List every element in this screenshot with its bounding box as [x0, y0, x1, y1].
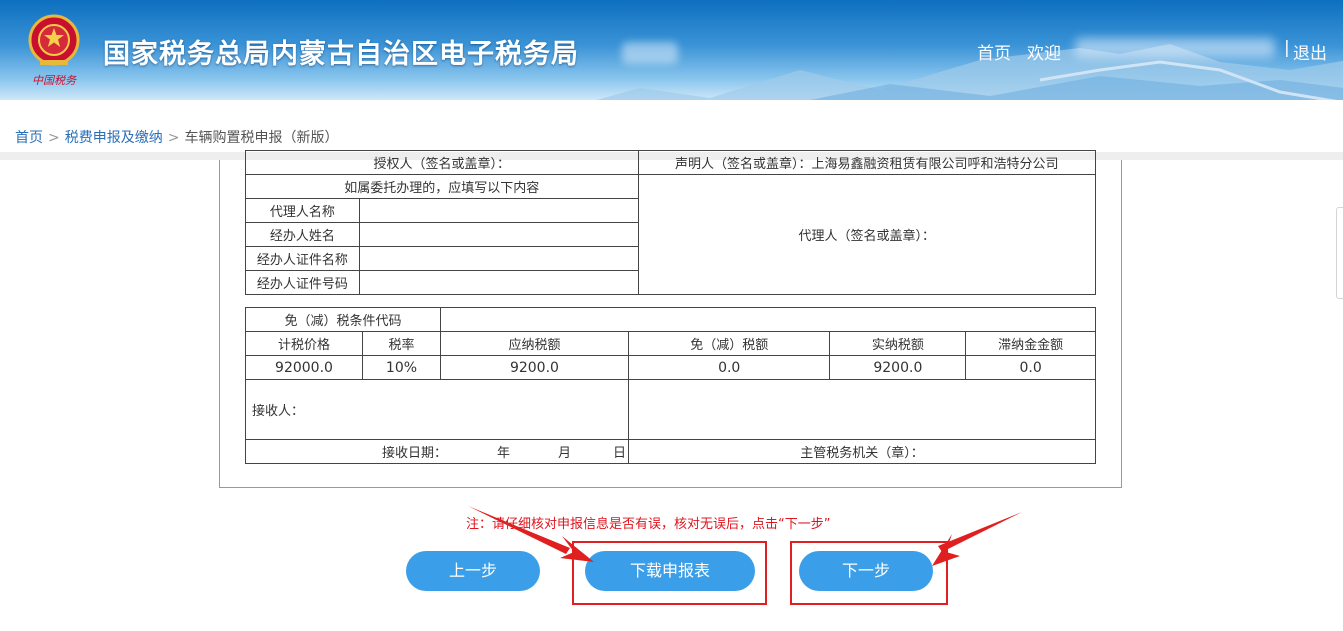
- handler-id-no-label: 经办人证件号码: [245, 270, 360, 295]
- header-late-fee: 滞纳金金额: [965, 331, 1096, 356]
- header-actual-tax: 实纳税额: [829, 331, 967, 356]
- handler-name-value: [358, 222, 639, 247]
- handler-name-label: 经办人姓名: [245, 222, 360, 247]
- site-title: 国家税务总局内蒙古自治区电子税务局: [103, 39, 579, 70]
- national-emblem-icon: 中国税务: [28, 14, 80, 87]
- value-late-fee: 0.0: [965, 355, 1096, 380]
- value-taxable-price: 92000.0: [245, 355, 363, 380]
- breadcrumb: 首页 > 税费申报及缴纳 > 车辆购置税申报（新版）: [15, 127, 338, 147]
- exemption-code-label: 免（减）税条件代码: [245, 307, 441, 332]
- highlight-box-next: [790, 541, 948, 605]
- breadcrumb-current: 车辆购置税申报（新版）: [184, 130, 339, 146]
- value-exemption-amount: 0.0: [627, 355, 831, 380]
- breadcrumb-tax-filing[interactable]: 税费申报及缴纳: [65, 130, 163, 146]
- header-home-link[interactable]: 首页: [977, 39, 1011, 64]
- tax-authority-label: 主管税务机关（章）：: [627, 439, 1097, 464]
- agent-signature-label: 代理人（签名或盖章）：: [637, 174, 1097, 295]
- entrust-note: 如属委托办理的，应填写以下内容: [245, 174, 639, 199]
- form-panel: 授权人（签名或盖章）： 声明人（签名或盖章）：上海易鑫融资租赁有限公司呼和浩特分…: [219, 150, 1122, 488]
- logout-link[interactable]: 退出: [1293, 39, 1327, 64]
- handler-id-no-value: [358, 270, 639, 295]
- exemption-code-value: [439, 307, 1097, 332]
- tax-amount-table: 免（减）税条件代码 计税价格 税率 应纳税额 免（减）税额 实纳税额 滞纳金金额…: [245, 307, 1097, 464]
- blurred-text: [622, 42, 678, 64]
- receive-date-label: 接收日期：: [382, 446, 448, 461]
- agent-name-value: [358, 198, 639, 223]
- day-label: 日: [613, 446, 627, 461]
- value-tax-payable: 9200.0: [439, 355, 629, 380]
- authorizer-label: 授权人（签名或盖章）：: [245, 150, 639, 175]
- handler-id-type-value: [358, 246, 639, 271]
- receiver-blank: [627, 379, 1097, 440]
- site-header: 中国税务 国家税务总局内蒙古自治区电子税务局 首页 欢迎 | 退出: [0, 0, 1343, 100]
- value-actual-tax: 9200.0: [829, 355, 967, 380]
- month-label: 月: [558, 446, 572, 461]
- breadcrumb-separator: >: [167, 130, 180, 146]
- receive-date-row: 接收日期： 年 月 日: [245, 439, 629, 464]
- prev-step-button[interactable]: 上一步: [406, 551, 540, 591]
- year-label: 年: [497, 446, 511, 461]
- emblem-caption: 中国税务: [32, 74, 77, 87]
- breadcrumb-home[interactable]: 首页: [15, 130, 43, 146]
- header-exemption-amount: 免（减）税额: [627, 331, 831, 356]
- value-tax-rate: 10%: [361, 355, 441, 380]
- signature-table: 授权人（签名或盖章）： 声明人（签名或盖章）：上海易鑫融资租赁有限公司呼和浩特分…: [245, 150, 1097, 295]
- side-float-tab[interactable]: [1336, 207, 1343, 299]
- agent-name-label: 代理人名称: [245, 198, 360, 223]
- header-welcome-text: 欢迎: [1027, 44, 1061, 64]
- declarer-label: 声明人（签名或盖章）：上海易鑫融资租赁有限公司呼和浩特分公司: [637, 150, 1097, 175]
- verification-note: 注：请仔细核对申报信息是否有误，核对无误后，点击“下一步”: [466, 517, 831, 532]
- receiver-label: 接收人：: [245, 379, 629, 440]
- header-tax-rate: 税率: [361, 331, 441, 356]
- header-taxable-price: 计税价格: [245, 331, 363, 356]
- handler-id-type-label: 经办人证件名称: [245, 246, 360, 271]
- header-tax-payable: 应纳税额: [439, 331, 629, 356]
- header-separator: |: [1284, 38, 1290, 58]
- breadcrumb-separator: >: [48, 130, 60, 146]
- highlight-box-download: [572, 541, 767, 605]
- blurred-username: [1075, 38, 1275, 58]
